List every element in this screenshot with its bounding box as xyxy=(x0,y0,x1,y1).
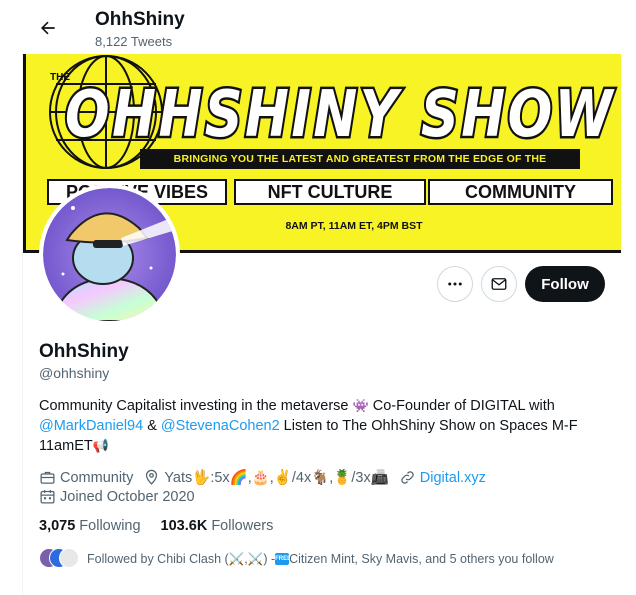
mention-stevenacohen2[interactable]: @StevenaCohen2 xyxy=(161,418,280,434)
profile-bio: Community Capitalist investing in the me… xyxy=(39,396,599,456)
followers-stat[interactable]: 103.6K Followers xyxy=(161,518,274,534)
more-icon xyxy=(448,282,462,286)
profile-meta-row: Community Yats🖖:5x🌈,🎂,✌️/4x🐐,🍍/3x📠 Digit… xyxy=(39,469,496,486)
followers-count: 103.6K xyxy=(160,518,208,534)
followers-label: Followers xyxy=(211,518,274,534)
header-title: OhhShiny xyxy=(95,9,185,30)
avatar-illustration xyxy=(43,188,176,321)
svg-text:OHHSHINY SHOW: OHHSHINY SHOW xyxy=(65,78,615,148)
location-item: Yats🖖:5x🌈,🎂,✌️/4x🐐,🍍/3x📠 xyxy=(143,469,389,486)
location-label: Yats🖖:5x🌈,🎂,✌️/4x🐐,🍍/3x📠 xyxy=(164,470,389,486)
bio-text-1: Community Capitalist investing in the me… xyxy=(39,398,353,414)
top-bar: OhhShiny 8,122 Tweets xyxy=(0,0,636,54)
banner-tagline: BRINGING YOU THE LATEST AND GREATEST FRO… xyxy=(140,149,580,185)
following-stat[interactable]: 3,075 Following xyxy=(39,518,141,534)
back-arrow-icon xyxy=(41,21,55,35)
tweet-count: 8,122 Tweets xyxy=(95,34,173,49)
alien-emoji-icon: 👾 xyxy=(352,398,369,413)
following-count: 3,075 xyxy=(39,518,76,534)
pill-nft-culture: NFT CULTURE xyxy=(234,179,426,205)
show-title-logo: OHHSHINY SHOW xyxy=(63,78,615,148)
location-pin-icon xyxy=(146,469,158,485)
joined-label: Joined October 2020 xyxy=(60,488,195,505)
follower-avatar xyxy=(59,548,79,568)
avatar[interactable] xyxy=(39,184,180,325)
message-button[interactable] xyxy=(481,266,517,302)
pill-community: COMMUNITY xyxy=(428,179,613,205)
followed-by-row[interactable]: Followed by Chibi Clash (⚔️,⚔️) - FREE C… xyxy=(39,548,554,570)
joined-item: Joined October 2020 xyxy=(39,488,195,505)
mention-markdaniel94[interactable]: @MarkDaniel94 xyxy=(39,418,143,434)
follow-stats: 3,075 Following 103.6K Followers xyxy=(39,518,293,534)
profile-name: OhhShiny xyxy=(39,341,129,362)
bio-text-2: Co-Founder of DIGITAL with xyxy=(368,398,555,414)
free-badge-icon: FREE xyxy=(275,553,291,565)
follower-avatars xyxy=(39,548,79,570)
calendar-icon xyxy=(40,490,55,504)
back-button[interactable] xyxy=(34,14,62,42)
briefcase-icon xyxy=(40,471,55,484)
joined-row: Joined October 2020 xyxy=(39,488,205,505)
megaphone-emoji-icon: 📢 xyxy=(92,438,109,453)
website-item[interactable]: Digital.xyz xyxy=(399,469,486,486)
more-button[interactable] xyxy=(437,266,473,302)
followed-by-prefix: Followed by Chibi Clash (⚔️,⚔️) - xyxy=(87,551,276,566)
followed-by-suffix: Citizen Mint, Sky Mavis, and 5 others yo… xyxy=(289,552,554,566)
category-item: Community xyxy=(39,469,133,486)
mail-icon xyxy=(491,278,507,290)
website-link[interactable]: Digital.xyz xyxy=(420,470,486,486)
follow-button[interactable]: Follow xyxy=(525,266,605,302)
bio-amp: & xyxy=(143,418,161,434)
category-label: Community xyxy=(60,469,134,486)
link-icon xyxy=(401,471,414,484)
profile-handle: @ohhshiny xyxy=(39,365,110,381)
following-label: Following xyxy=(79,518,141,534)
